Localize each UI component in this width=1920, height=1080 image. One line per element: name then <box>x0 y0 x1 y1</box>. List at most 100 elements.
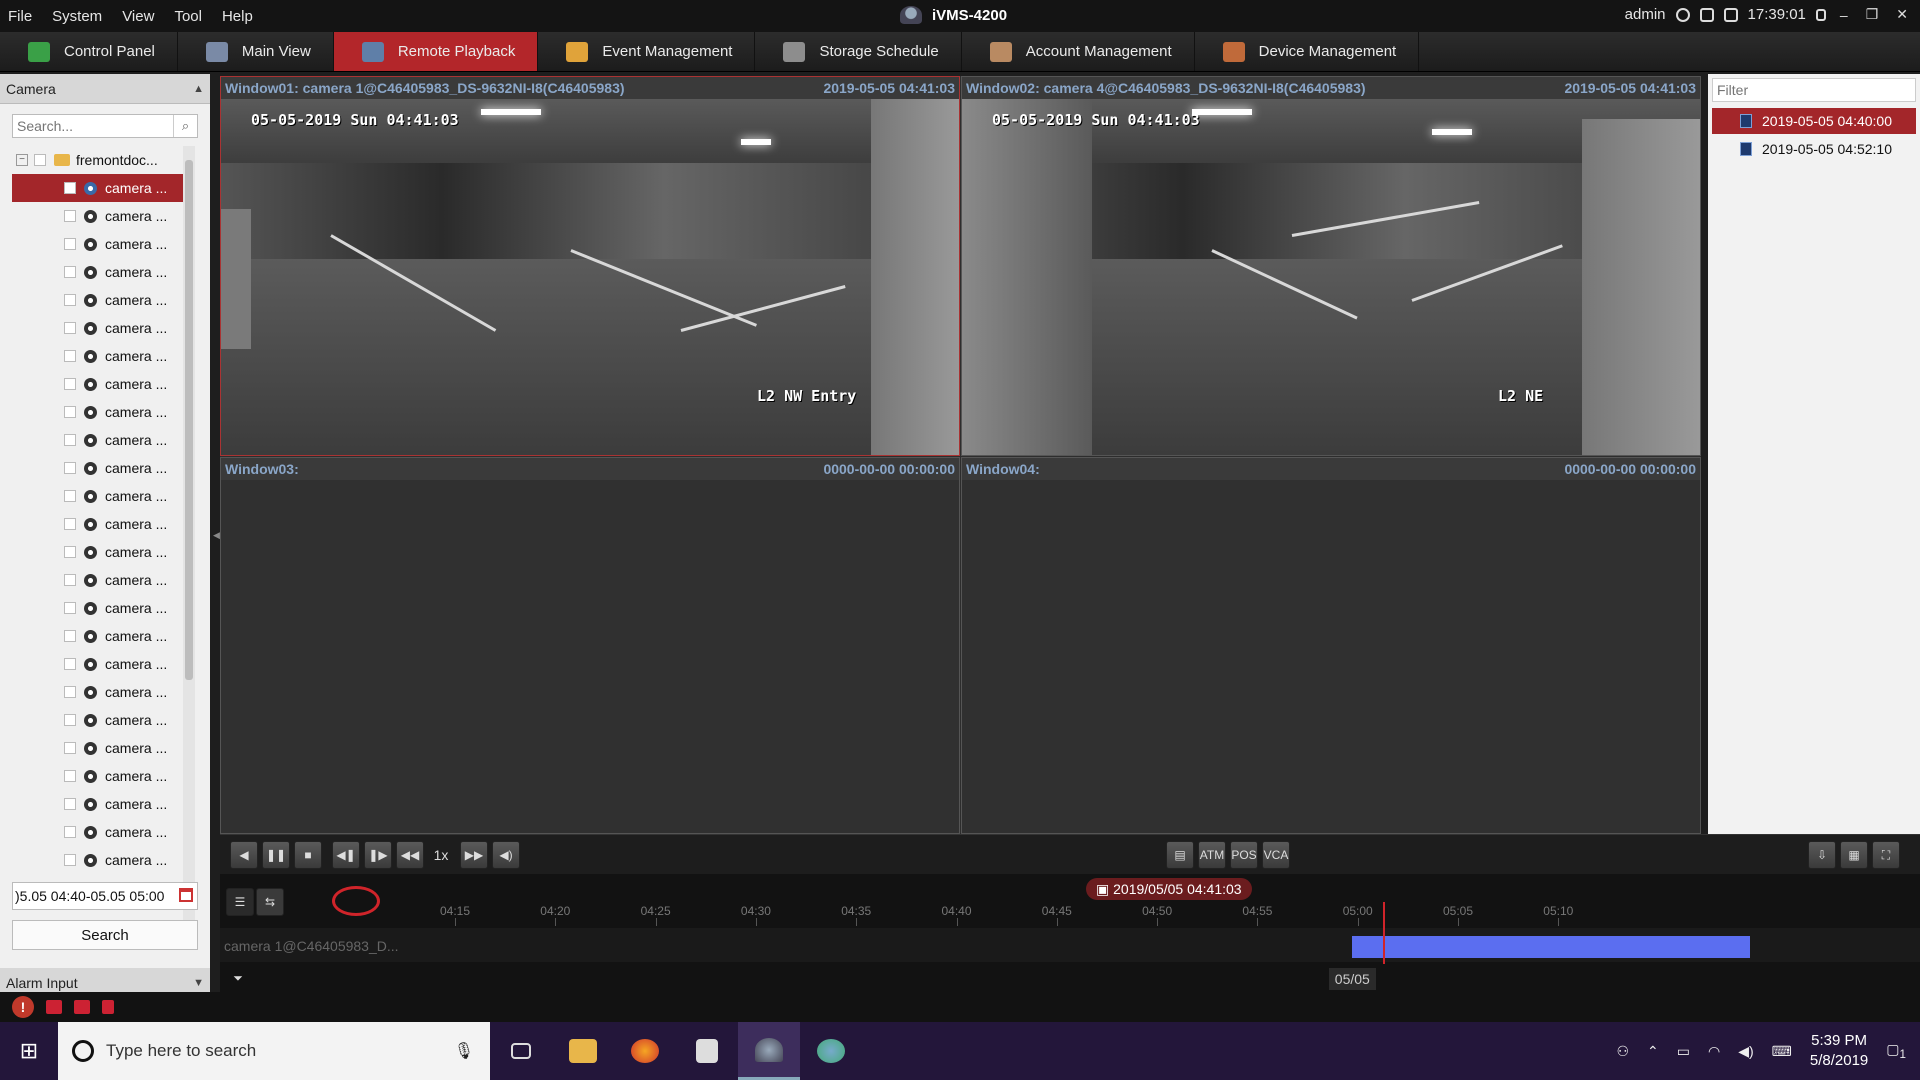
checkbox[interactable] <box>64 182 76 194</box>
globe-icon[interactable] <box>1675 7 1690 22</box>
frame-forward-button[interactable]: ❚▶ <box>364 841 392 869</box>
tab-main-view[interactable]: Main View <box>178 32 334 71</box>
firefox-icon[interactable] <box>614 1022 676 1080</box>
timeline-track[interactable]: camera 1@C46405983_D... <box>220 928 1920 962</box>
camera-item[interactable]: camera ... <box>12 482 184 510</box>
calculator-icon[interactable] <box>676 1022 738 1080</box>
people-icon[interactable]: ⚇ <box>1616 1043 1629 1060</box>
menu-help[interactable]: Help <box>222 8 253 25</box>
camera-item[interactable]: camera ... <box>12 734 184 762</box>
pause-button[interactable]: ❚❚ <box>262 841 290 869</box>
search-icon[interactable]: ⌕ <box>173 115 197 137</box>
checkbox[interactable] <box>64 686 76 698</box>
capture-button[interactable]: ATM <box>1198 841 1226 869</box>
camera-item[interactable]: camera ... <box>12 846 184 874</box>
event-icon[interactable] <box>74 1000 90 1014</box>
video-window-2[interactable]: Window02: camera 4@C46405983_DS-9632NI-I… <box>961 76 1701 456</box>
camera-feed[interactable]: 05-05-2019 Sun 04:41:03 L2 NW Entry <box>221 99 959 455</box>
checkbox[interactable] <box>64 798 76 810</box>
video-window-3[interactable]: Window03: 0000-00-00 00:00:00 <box>220 457 960 834</box>
camera-item[interactable]: camera ... <box>12 314 184 342</box>
menu-system[interactable]: System <box>52 8 102 25</box>
collapse-icon[interactable]: − <box>16 154 28 166</box>
wifi-icon[interactable]: ◠ <box>1708 1043 1720 1060</box>
checkbox[interactable] <box>64 630 76 642</box>
tree-root[interactable]: − fremontdoc... <box>12 146 184 174</box>
camera-item[interactable]: camera ... <box>12 230 184 258</box>
recording-segment[interactable] <box>1352 936 1750 958</box>
checkbox[interactable] <box>64 742 76 754</box>
filter-icon[interactable]: ⏷ <box>224 964 252 992</box>
checkbox[interactable] <box>64 490 76 502</box>
alarm-icon[interactable] <box>46 1000 62 1014</box>
monitor-icon[interactable] <box>1699 7 1714 22</box>
camera-item[interactable]: camera ... <box>12 342 184 370</box>
checkbox[interactable] <box>64 602 76 614</box>
username[interactable]: admin <box>1625 6 1666 23</box>
camera-search-input[interactable] <box>13 115 173 137</box>
download-icon[interactable]: ⇩ <box>1808 841 1836 869</box>
video-window-1[interactable]: Window01: camera 1@C46405983_DS-9632NI-I… <box>220 76 960 456</box>
checkbox[interactable] <box>64 658 76 670</box>
checkbox[interactable] <box>34 154 46 166</box>
camera-item[interactable]: camera ... <box>12 818 184 846</box>
checkbox[interactable] <box>64 518 76 530</box>
volume-button[interactable]: ◀) <box>492 841 520 869</box>
restore-icon[interactable]: ❐ <box>1862 6 1883 23</box>
close-icon[interactable]: ✕ <box>1892 6 1912 23</box>
volume-icon[interactable]: ◀) <box>1738 1043 1753 1060</box>
camera-item[interactable]: camera ... <box>12 706 184 734</box>
checkbox[interactable] <box>64 322 76 334</box>
camera-item[interactable]: camera ... <box>12 174 184 202</box>
paint-icon[interactable] <box>800 1022 862 1080</box>
microphone-icon[interactable]: 🎙 <box>454 1041 474 1061</box>
tab-storage-schedule[interactable]: Storage Schedule <box>755 32 962 71</box>
fullscreen-icon[interactable]: ⛶ <box>1872 841 1900 869</box>
checkbox[interactable] <box>64 294 76 306</box>
record-item[interactable]: 2019-05-05 04:40:00 <box>1712 108 1916 134</box>
search-button[interactable]: Search <box>12 920 198 950</box>
camera-item[interactable]: camera ... <box>12 510 184 538</box>
camera-item[interactable]: camera ... <box>12 622 184 650</box>
filter-input[interactable] <box>1713 79 1915 101</box>
collapse-arrow-icon[interactable]: ◀ <box>213 530 220 541</box>
checkbox[interactable] <box>64 546 76 558</box>
alarm-warning-icon[interactable]: ! <box>12 996 34 1018</box>
vca-button[interactable]: VCA <box>1262 841 1290 869</box>
camera-item[interactable]: camera ... <box>12 566 184 594</box>
camera-item[interactable]: camera ... <box>12 594 184 622</box>
pos-button[interactable]: POS <box>1230 841 1258 869</box>
speed-up-button[interactable]: ▶▶ <box>460 841 488 869</box>
camera-item[interactable]: camera ... <box>12 202 184 230</box>
start-icon[interactable]: ⊞ <box>0 1022 58 1080</box>
keyboard-icon[interactable]: ⌨ <box>1772 1043 1792 1060</box>
date-range-field[interactable]: )5.05 04:40-05.05 05:00 <box>12 882 198 910</box>
taskbar-clock[interactable]: 5:39 PM 5/8/2019 <box>1810 1031 1868 1071</box>
keyboard-icon[interactable] <box>1723 7 1738 22</box>
menu-tool[interactable]: Tool <box>174 8 202 25</box>
camera-item[interactable]: camera ... <box>12 370 184 398</box>
checkbox[interactable] <box>64 210 76 222</box>
lock-icon[interactable] <box>1815 8 1826 21</box>
tab-event-management[interactable]: Event Management <box>538 32 756 71</box>
chevron-up-icon[interactable]: ⌃ <box>1647 1043 1659 1060</box>
tab-device-management[interactable]: Device Management <box>1195 32 1420 71</box>
camera-item[interactable]: camera ... <box>12 650 184 678</box>
stop-button[interactable]: ■ <box>294 841 322 869</box>
battery-icon[interactable]: ▭ <box>1677 1043 1690 1060</box>
timeline-cursor[interactable] <box>1382 902 1385 964</box>
mute-icon[interactable] <box>102 1000 114 1014</box>
file-explorer-icon[interactable] <box>552 1022 614 1080</box>
left-splitter[interactable]: ◀ <box>212 74 220 992</box>
camera-feed[interactable]: 05-05-2019 Sun 04:41:03 L2 NE <box>962 99 1700 455</box>
checkbox[interactable] <box>64 714 76 726</box>
chevron-up-icon[interactable]: ▲ <box>193 83 204 95</box>
camera-item[interactable]: camera ... <box>12 258 184 286</box>
checkbox[interactable] <box>64 826 76 838</box>
tab-account-management[interactable]: Account Management <box>962 32 1195 71</box>
checkbox[interactable] <box>64 434 76 446</box>
layout-icon[interactable]: ▦ <box>1840 841 1868 869</box>
tab-control-panel[interactable]: Control Panel <box>0 32 178 71</box>
camera-item[interactable]: camera ... <box>12 790 184 818</box>
minimize-icon[interactable]: – <box>1836 7 1852 23</box>
